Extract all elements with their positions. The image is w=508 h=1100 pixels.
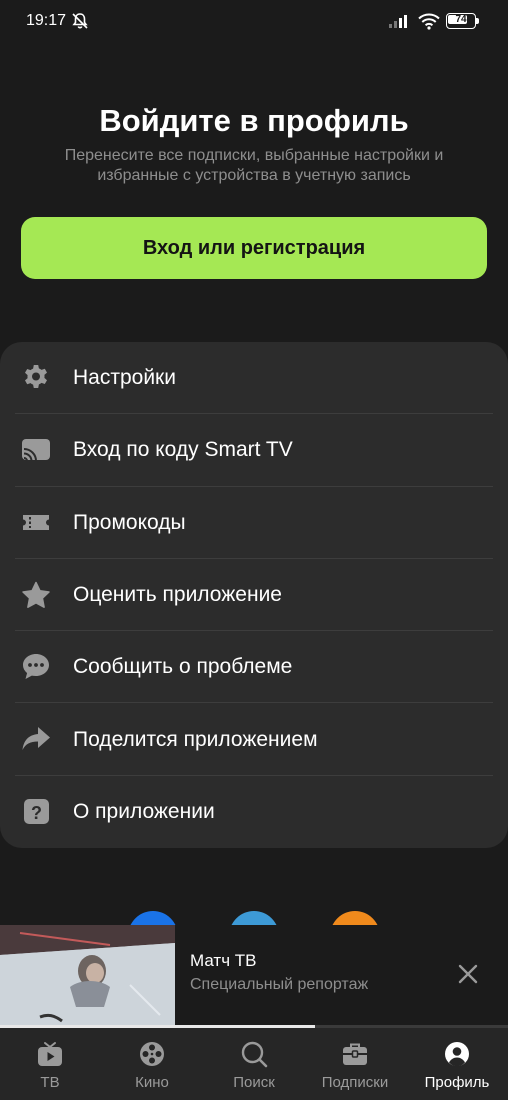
menu-item-label: Поделится приложением [73, 727, 318, 751]
nav-item-cinema[interactable]: Кино [118, 1028, 186, 1100]
status-bar: 19:17 74 [0, 0, 508, 40]
menu-item-promocodes[interactable]: Промокоды [0, 487, 508, 560]
menu-item-label: Сообщить о проблеме [73, 655, 293, 679]
player-program: Специальный репортаж [190, 976, 369, 993]
menu-item-label: Вход по коду Smart TV [73, 438, 293, 462]
menu-item-label: О приложении [73, 799, 215, 823]
nav-item-search[interactable]: Поиск [220, 1028, 288, 1100]
menu-item-rate-app[interactable]: Оценить приложение [0, 559, 508, 632]
film-reel-icon [138, 1040, 166, 1068]
nav-label: ТВ [40, 1074, 60, 1091]
search-icon [240, 1040, 268, 1068]
menu-item-smart-tv-code[interactable]: Вход по коду Smart TV [0, 414, 508, 487]
nav-item-profile[interactable]: Профиль [418, 1028, 496, 1100]
battery-level: 74 [455, 14, 467, 25]
status-time: 19:17 [26, 12, 67, 29]
ticket-icon [20, 508, 52, 538]
nav-label: Подписки [321, 1074, 389, 1091]
close-icon[interactable] [452, 958, 484, 990]
svg-text:?: ? [31, 803, 42, 823]
nav-label: Поиск [233, 1074, 275, 1091]
menu-item-label: Оценить приложение [73, 583, 282, 607]
video-thumbnail[interactable] [0, 925, 175, 1025]
profile-menu: Настройки Вход по коду Smart TV Промокод… [0, 342, 508, 848]
nav-label: Кино [135, 1074, 169, 1091]
mini-player[interactable]: Матч ТВ Специальный репортаж [0, 925, 508, 1028]
chat-bubble-icon [20, 652, 52, 682]
menu-item-about[interactable]: ? О приложении [0, 776, 508, 848]
menu-item-label: Промокоды [73, 510, 186, 534]
menu-item-share-app[interactable]: Поделится приложением [0, 703, 508, 777]
page-title: Войдите в профиль [99, 103, 409, 138]
bottom-navigation: ТВ Кино Поиск Подписки Профиль [0, 1028, 508, 1100]
wifi-icon [418, 12, 440, 30]
battery-icon: 74 [446, 13, 480, 29]
signal-icon [388, 13, 412, 29]
star-icon [20, 580, 52, 610]
menu-item-label: Настройки [73, 366, 176, 390]
question-icon: ? [20, 797, 52, 827]
nav-item-tv[interactable]: ТВ [18, 1028, 82, 1100]
gear-icon [20, 363, 52, 393]
menu-item-report-problem[interactable]: Сообщить о проблеме [0, 631, 508, 704]
page-subtitle: Перенесите все подписки, выбранные настр… [64, 147, 444, 184]
tv-play-icon [36, 1040, 64, 1068]
profile-icon [443, 1040, 471, 1068]
cast-tv-icon [20, 435, 52, 465]
nav-label: Профиль [424, 1074, 490, 1091]
player-channel: Матч ТВ [190, 951, 257, 970]
share-arrow-icon [20, 724, 52, 754]
login-register-button[interactable]: Вход или регистрация [21, 217, 487, 279]
notifications-muted-icon [70, 11, 90, 31]
menu-item-settings[interactable]: Настройки [0, 342, 508, 415]
briefcase-icon [341, 1040, 369, 1068]
nav-item-subscriptions[interactable]: Подписки [312, 1028, 398, 1100]
